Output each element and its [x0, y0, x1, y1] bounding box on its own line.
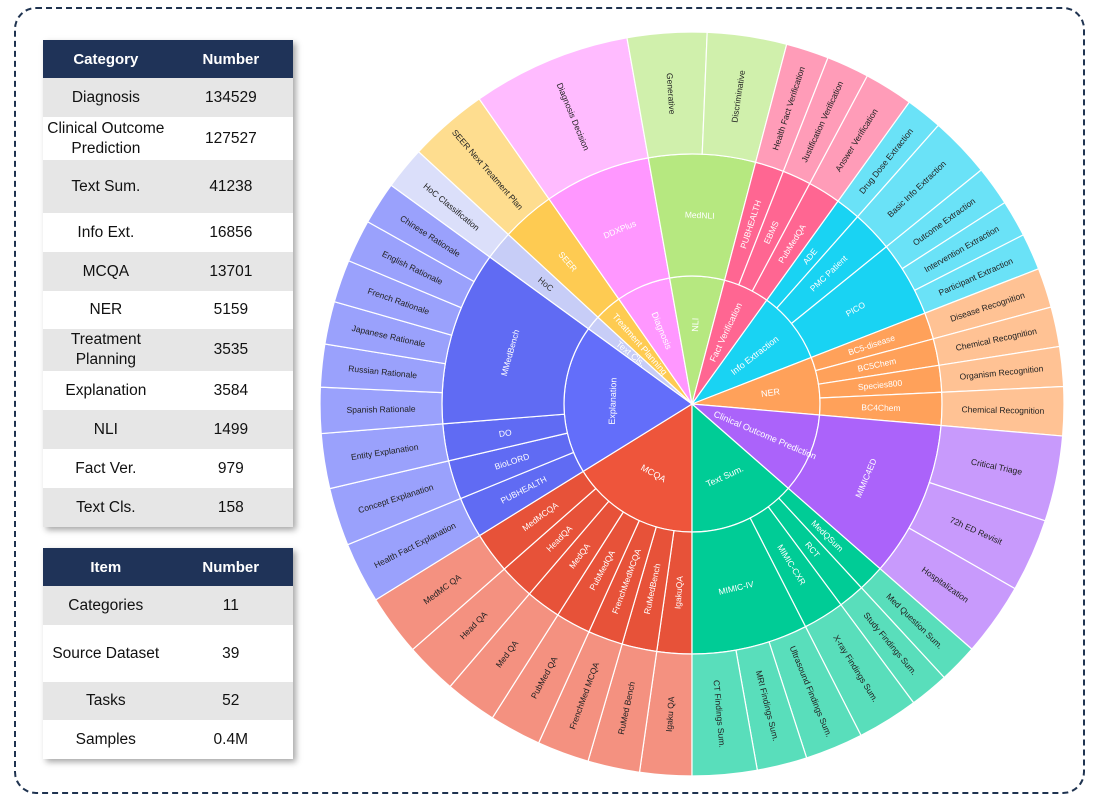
dataset-label: BC4Chem: [861, 402, 900, 413]
dataset-label: DO: [498, 427, 513, 439]
category-label: NLI: [690, 318, 701, 332]
category-label: Explanation: [607, 377, 619, 424]
task-label: Spanish Rationale: [346, 404, 415, 415]
task-label: Chemical Recognition: [962, 404, 1045, 416]
dataset-label: MedNLI: [685, 210, 715, 221]
sunburst-chart: MCQAIgakuQAIgaku QARuMedBenchRuMed Bench…: [319, 31, 1065, 777]
